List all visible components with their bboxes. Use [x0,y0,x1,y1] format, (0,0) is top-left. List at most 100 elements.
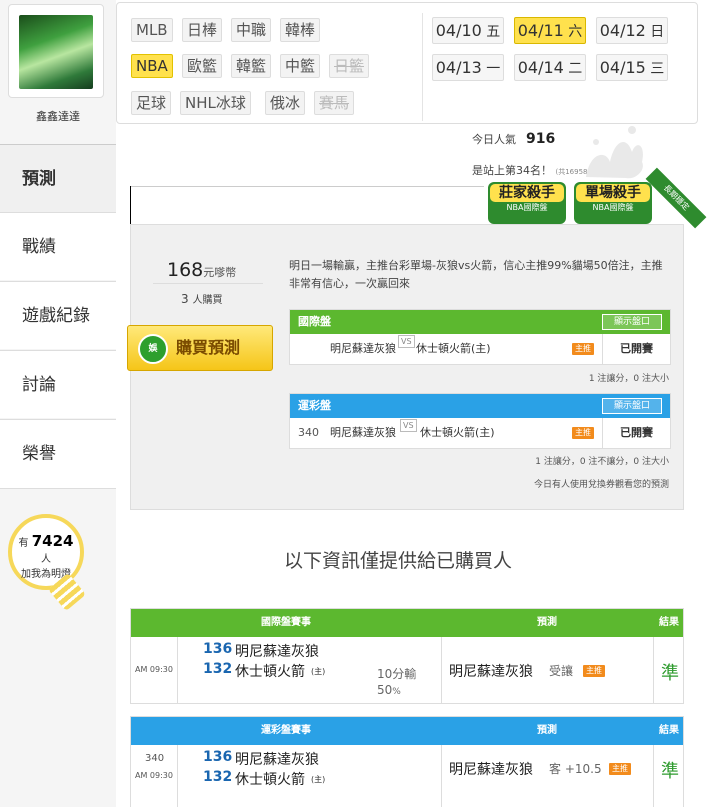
league-mlb[interactable]: MLB [131,18,173,42]
rank-text: 是站上第34名！ [472,164,552,177]
buy-prediction-button[interactable]: 娛 購買預測 [127,325,273,371]
intl-result-table: 國際盤賽事 預測 結果 AM 09:30 136 明尼蘇達灰狼 132 休士頓火… [130,608,684,704]
league-japan-basketball: 日籃 [329,54,370,78]
buyers: 3 人購買 [181,291,222,306]
day-label: 六 [568,24,583,40]
vs-icon: VS [398,335,415,348]
main-pick-tag: 主推 [572,343,594,355]
show-odds-button[interactable]: 顯示盤口 [602,398,662,414]
odds-percent: 50% [377,683,401,697]
popularity-label: 今日人氣 [472,133,516,146]
result-mark: 準 [661,663,679,684]
league-nhl[interactable]: NHL冰球 [180,91,251,115]
result-header: 結果 [659,617,679,628]
league-cpbl[interactable]: 中職 [231,18,272,42]
event-header: 運彩盤賽事 [261,725,311,736]
sidebar-item-predictions[interactable]: 預測 [0,144,116,212]
away-number: 136 [203,641,233,657]
home-team: 休士頓火箭 [235,772,305,788]
away-number: 136 [203,749,233,765]
main-pick-tag: 主推 [583,665,605,677]
sports-rule: 1 注讓分，0 注不讓分，0 注大小 [535,457,669,467]
game-time: AM 09:30 [135,771,173,780]
away-team: 明尼蘇達灰狼 [235,752,319,768]
coin-icon: 娛 [138,334,168,364]
league-nba[interactable]: NBA [131,54,173,78]
league-khl[interactable]: 俄冰 [265,91,306,115]
divider [441,637,442,703]
price-value: 168 [167,259,204,281]
purchase-notice: 以下資訊僅提供給已購買人 [284,550,513,572]
pick-detail: 客 +10.5 [549,762,602,776]
date-0410[interactable]: 04/10 五 [432,17,504,44]
result-header: 結果 [659,725,679,736]
buyers-count: 3 [181,292,189,306]
date-0415[interactable]: 04/15 三 [596,54,668,81]
date-0413[interactable]: 04/13 一 [432,54,504,81]
prediction-description: 明日一場輸贏，主推台彩單場-灰狼vs火箭，信心主推99%貓場50倍注，主推非常有… [289,259,663,290]
league-soccer[interactable]: 足球 [131,91,172,115]
prediction-header: 預測 [537,725,557,736]
game-code: 340 [145,753,165,764]
vs-icon: VS [400,419,417,432]
home-team: 休士頓火箭(主) [416,342,491,355]
sidebar-item-discussion[interactable]: 討論 [0,350,116,418]
away-team: 明尼蘇達灰狼 [235,644,319,660]
show-odds-button[interactable]: 顯示盤口 [602,314,662,330]
date-0414[interactable]: 04/14 二 [514,54,586,81]
date-label: 04/13 [435,58,482,77]
odds-line: 10分輸 [377,667,417,681]
username[interactable]: 鑫鑫達達 [0,108,116,124]
result-mark: 準 [661,761,679,782]
buyers-unit: 人購買 [192,295,223,306]
home-team: 休士頓火箭 [235,664,305,680]
price: 168元嗲幣 [167,259,236,281]
popularity: 今日人氣 916 [472,131,555,147]
league-china-basketball[interactable]: 中籃 [280,54,321,78]
league-npb[interactable]: 日棒 [182,18,223,42]
sidebar-item-record[interactable]: 戰績 [0,212,116,280]
badge-sub: NBA國際盤 [506,203,548,212]
badge-title: 莊家殺手 [490,184,564,202]
intl-header: 國際盤 顯示盤口 [290,310,670,334]
intl-pick-row: 明尼蘇達灰狼 VS 休士頓火箭(主) 主推 已開賽 [290,334,670,364]
date-0412[interactable]: 04/12 日 [596,17,668,44]
day-label: 日 [650,24,665,40]
date-label: 04/10 [435,21,482,40]
badge-bookie-killer: 莊家殺手 NBA國際盤 [488,182,566,224]
intl-rule: 1 注讓分，0 注大小 [588,374,669,384]
main-pick-tag: 主推 [572,427,594,439]
sidebar-item-honors[interactable]: 榮譽 [0,419,116,489]
game-code: 340 [298,426,319,439]
league-kbo[interactable]: 韓棒 [280,18,321,42]
away-team: 明尼蘇達灰狼 [330,426,396,439]
sports-pick-row: 340 明尼蘇達灰狼 VS 休士頓火箭(主) 主推 已開賽 [290,418,670,448]
date-label: 04/11 [517,21,564,40]
filter-box: MLB 日棒 中職 韓棒 NBA 歐籃 韓籃 中籃 日籃 足球 NHL冰球 俄冰… [116,2,698,124]
pick-detail: 受讓 [549,664,574,678]
date-0411[interactable]: 04/11 六 [514,17,586,44]
league-euro-basketball[interactable]: 歐籃 [182,54,223,78]
text-cursor [130,186,131,224]
avatar-frame[interactable] [8,4,104,98]
sidebar-item-game-history[interactable]: 遊戲紀錄 [0,281,116,349]
result-header: 國際盤賽事 預測 結果 [131,609,683,637]
badge-sub: NBA國際盤 [592,203,634,212]
message-top-border [130,186,484,187]
pick-team: 明尼蘇達灰狼 [449,664,533,680]
divider [441,745,442,807]
prediction-panel: 168元嗲幣 3 人購買 娛 購買預測 明日一場輸贏，主推台彩單場-灰狼vs火箭… [127,224,684,510]
result-header: 運彩盤賽事 預測 結果 [131,717,683,745]
odds-percent-value: 50 [377,683,393,697]
home-number: 132 [203,661,233,677]
day-label: 五 [486,24,501,40]
away-team: 明尼蘇達灰狼 [330,342,396,355]
intl-title: 國際盤 [298,315,331,328]
odds-percent-unit: % [392,687,401,697]
badge-title: 單場殺手 [576,184,650,202]
pick-team: 明尼蘇達灰狼 [449,762,533,778]
league-korea-basketball[interactable]: 韓籃 [231,54,272,78]
popularity-count: 916 [526,131,556,147]
table-row: 340 AM 09:30 136 明尼蘇達灰狼 132 休士頓火箭 (主) 明尼… [131,745,683,807]
avatar[interactable] [19,15,93,89]
